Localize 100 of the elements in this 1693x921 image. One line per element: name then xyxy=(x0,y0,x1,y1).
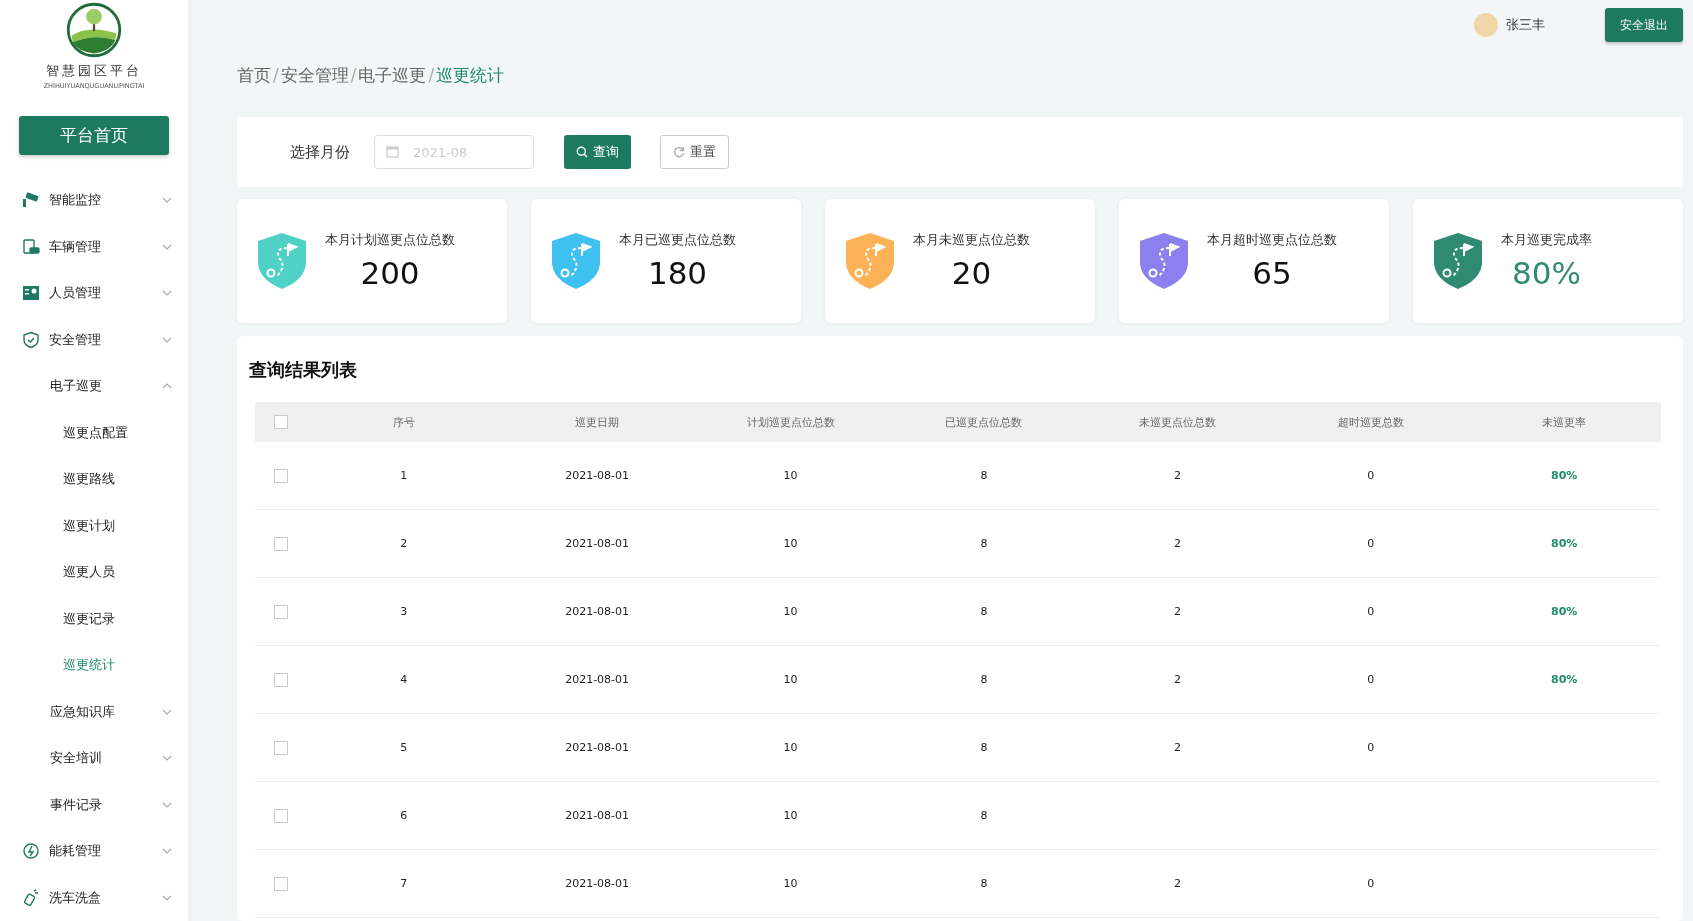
table-cell: 2 xyxy=(1173,673,1181,686)
menu-item[interactable]: 巡更人员 xyxy=(0,549,188,596)
field-label: 选择月份 xyxy=(290,142,350,162)
checkbox[interactable] xyxy=(274,876,288,891)
table-cell: 10 xyxy=(783,741,798,754)
calendar-icon xyxy=(386,145,399,158)
column-header: 序号 xyxy=(391,414,416,430)
table-cell: 80% xyxy=(1551,673,1578,686)
stat-label: 本月已巡更点位总数 xyxy=(619,231,736,249)
stat-label: 本月计划巡更点位总数 xyxy=(325,231,455,249)
checkbox[interactable] xyxy=(274,672,288,687)
table-cell: 2 xyxy=(1173,605,1181,618)
table-cell: 0 xyxy=(1367,469,1375,482)
menu-item[interactable]: 洗车洗盒 xyxy=(0,874,188,921)
table-cell: 0 xyxy=(1367,877,1375,890)
menu-item[interactable]: 车辆管理 xyxy=(0,223,188,270)
breadcrumb-separator: / xyxy=(273,65,279,85)
menu-item[interactable]: 事件记录 xyxy=(0,781,188,828)
search-icon xyxy=(576,146,588,158)
table-cell: 10 xyxy=(783,537,798,550)
chevron-icon xyxy=(162,848,172,855)
refresh-icon xyxy=(673,146,685,158)
stat-label: 本月超时巡更点位总数 xyxy=(1207,231,1337,249)
search-button[interactable]: 查询 xyxy=(564,135,631,169)
reset-button[interactable]: 重置 xyxy=(660,135,729,169)
table-cell: 10 xyxy=(783,605,798,618)
table-cell: 10 xyxy=(783,877,798,890)
menu-item[interactable]: 巡更记录 xyxy=(0,595,188,642)
table-cell: 3 xyxy=(400,605,408,618)
stat-value: 65 xyxy=(1252,255,1292,291)
table-cell: 2021-08-01 xyxy=(565,469,630,482)
checkbox[interactable] xyxy=(274,468,288,483)
menu-item[interactable]: 安全管理 xyxy=(0,316,188,363)
menu-item[interactable]: 巡更点配置 xyxy=(0,409,188,456)
table-cell: 8 xyxy=(980,673,988,686)
stat-value: 20 xyxy=(951,255,992,291)
table-cell: 80% xyxy=(1551,469,1578,482)
logout-button[interactable]: 安全退出 xyxy=(1605,8,1683,42)
checkbox[interactable] xyxy=(274,415,288,429)
table-cell: 2 xyxy=(1173,537,1181,550)
chevron-icon xyxy=(162,336,172,343)
chevron-icon xyxy=(162,755,172,762)
menu-item[interactable]: 安全培训 xyxy=(0,735,188,782)
table-cell: 10 xyxy=(783,673,798,686)
stat-label: 本月巡更完成率 xyxy=(1501,231,1592,249)
column-header: 巡更日期 xyxy=(574,414,621,430)
chevron-icon xyxy=(162,894,172,901)
shield-check-icon xyxy=(22,330,40,349)
table-cell: 0 xyxy=(1367,741,1375,754)
chevron-icon xyxy=(162,197,172,204)
spray-bottle-icon xyxy=(22,888,40,907)
column-header: 未巡更点位总数 xyxy=(1137,414,1217,430)
breadcrumb-separator: / xyxy=(350,65,357,85)
home-button[interactable]: 平台首页 xyxy=(19,116,169,155)
table-cell: 8 xyxy=(980,605,988,618)
breadcrumb-link[interactable]: 电子巡更 xyxy=(358,63,427,87)
table-cell: 4 xyxy=(400,673,408,686)
table-cell: 10 xyxy=(783,469,798,482)
chevron-icon xyxy=(162,383,172,390)
table-cell: 2 xyxy=(1173,741,1181,754)
table-cell: 80% xyxy=(1551,537,1578,550)
chevron-icon xyxy=(162,243,172,250)
menu-item[interactable]: 人员管理 xyxy=(0,270,188,317)
table-cell: 6 xyxy=(400,809,408,822)
column-header: 未巡更率 xyxy=(1541,414,1588,430)
breadcrumb-link[interactable]: 首页 xyxy=(237,63,271,87)
checkbox[interactable] xyxy=(274,740,288,755)
chevron-icon xyxy=(162,290,172,297)
menu-item[interactable]: 巡更路线 xyxy=(0,456,188,503)
menu-item[interactable]: 智能监控 xyxy=(0,177,188,224)
table-cell: 1 xyxy=(400,469,408,482)
table-cell: 8 xyxy=(980,809,988,822)
menu-item[interactable]: 巡更计划 xyxy=(0,502,188,549)
stat-value: 80% xyxy=(1512,255,1581,291)
menu-item[interactable]: 巡更统计 xyxy=(0,642,188,689)
table-cell: 2021-08-01 xyxy=(565,809,630,822)
table-cell: 2021-08-01 xyxy=(565,673,630,686)
table-cell: 0 xyxy=(1367,605,1375,618)
table-cell: 8 xyxy=(980,741,988,754)
table-cell: 2021-08-01 xyxy=(565,877,630,890)
avatar xyxy=(1474,13,1498,37)
table-cell: 2 xyxy=(1173,877,1181,890)
person-card-icon xyxy=(22,284,40,303)
table-cell: 2 xyxy=(400,537,408,550)
checkbox[interactable] xyxy=(274,536,288,551)
breadcrumb-separator: / xyxy=(428,65,435,85)
table-cell: 5 xyxy=(400,741,408,754)
breadcrumb-link[interactable]: 安全管理 xyxy=(280,63,349,87)
menu-item[interactable]: 应急知识库 xyxy=(0,688,188,735)
table-cell: 10 xyxy=(783,809,798,822)
checkbox[interactable] xyxy=(274,808,288,823)
menu-item[interactable]: 电子巡更 xyxy=(0,363,188,410)
table-cell: 2021-08-01 xyxy=(565,605,630,618)
table-cell: 80% xyxy=(1551,605,1578,618)
checkbox[interactable] xyxy=(274,604,288,619)
user-name: 张三丰 xyxy=(1506,16,1545,34)
menu-item[interactable]: 能耗管理 xyxy=(0,828,188,875)
stat-value: 200 xyxy=(360,255,420,291)
table-cell: 8 xyxy=(980,469,988,482)
table-cell: 7 xyxy=(400,877,408,890)
